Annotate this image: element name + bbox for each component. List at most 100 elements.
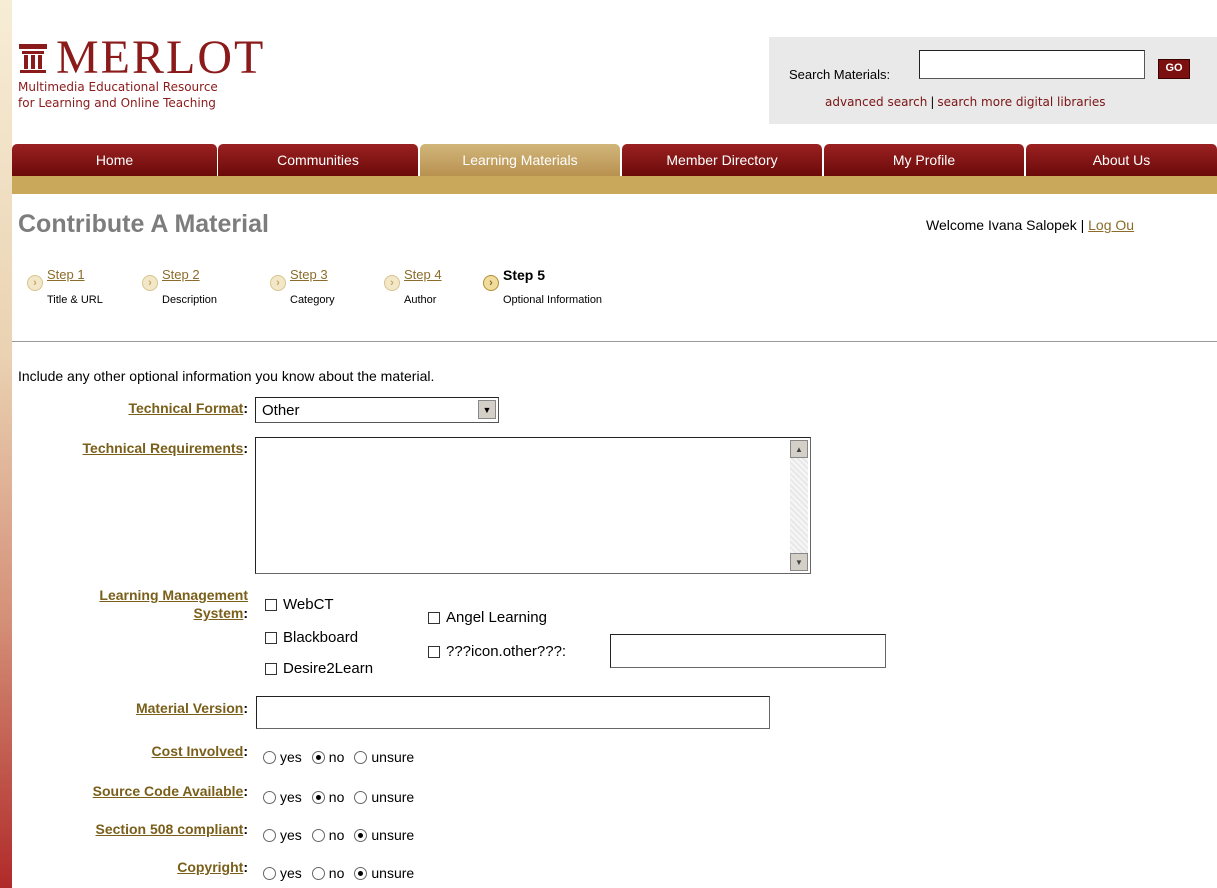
link-separator: |	[930, 95, 935, 109]
nav-tab-my-profile[interactable]: My Profile	[824, 144, 1024, 176]
lms-angel-checkbox[interactable]: Angel Learning	[428, 609, 547, 626]
section508-label: Section 508 compliant:	[95, 821, 249, 837]
welcome-message: Welcome Ivana Salopek | Log Ou	[926, 217, 1134, 233]
copyright-no-radio[interactable]: no	[311, 865, 345, 881]
cost-involved-help-link[interactable]: Cost Involved	[152, 743, 244, 759]
copyright-yes-radio[interactable]: yes	[263, 865, 302, 881]
lms-desire2learn-checkbox[interactable]: Desire2Learn	[265, 660, 373, 677]
copyright-unsure-radio[interactable]: unsure	[354, 865, 414, 881]
checkbox-box[interactable]	[265, 662, 277, 675]
lms-help-link[interactable]: Learning Management	[99, 587, 248, 603]
s508-yes-radio[interactable]: yes	[263, 827, 302, 843]
source-no-radio[interactable]: no	[311, 789, 345, 805]
radio-label: no	[328, 789, 345, 805]
welcome-text: Welcome Ivana Salopek |	[926, 217, 1085, 233]
source-code-radio-group: yes no unsure	[263, 789, 424, 805]
lms-label: Learning Management System:	[99, 587, 248, 621]
scroll-up-icon[interactable]: ▲	[790, 440, 808, 458]
cost-no-radio[interactable]: no	[311, 749, 345, 765]
radio-label: no	[328, 749, 345, 765]
textarea-scrollbar[interactable]: ▲ ▼	[790, 440, 808, 571]
cost-involved-radio-group: yes no unsure	[263, 749, 424, 765]
form-intro-text: Include any other optional information y…	[18, 368, 435, 384]
technical-format-value: Other	[262, 402, 300, 419]
nav-tab-home[interactable]: Home	[12, 144, 217, 176]
source-yes-radio[interactable]: yes	[263, 789, 302, 805]
checkbox-box[interactable]	[265, 598, 277, 611]
technical-format-select[interactable]: Other ▼	[255, 397, 499, 423]
radio-button[interactable]	[263, 866, 276, 880]
checkbox-box[interactable]	[428, 645, 440, 658]
radio-label: unsure	[371, 827, 415, 843]
radio-button[interactable]	[311, 866, 325, 880]
step-1-link[interactable]: Step 1	[47, 267, 85, 282]
merlot-logo[interactable]: MERLOT Multimedia Educational Resource f…	[18, 34, 265, 111]
step-1-subtitle: Title & URL	[47, 294, 103, 306]
step-3-link[interactable]: Step 3	[290, 267, 328, 282]
page-title: Contribute A Material	[18, 210, 269, 238]
nav-tab-learning-materials[interactable]: Learning Materials	[420, 144, 620, 176]
step-2-subtitle: Description	[162, 294, 218, 306]
checkbox-box[interactable]	[265, 631, 277, 644]
radio-button-selected[interactable]	[354, 828, 368, 842]
lms-help-link-line2[interactable]: System	[194, 605, 244, 621]
radio-label: yes	[280, 749, 302, 765]
radio-button[interactable]	[311, 828, 325, 842]
radio-button-selected[interactable]	[311, 750, 325, 764]
step-current-icon: ›	[483, 275, 499, 291]
lms-other-checkbox[interactable]: ???icon.other???:	[428, 643, 566, 660]
technical-requirements-label: Technical Requirements:	[82, 440, 248, 456]
technical-format-label: Technical Format:	[128, 400, 248, 416]
technical-requirements-textarea[interactable]: ▲ ▼	[255, 437, 811, 574]
section508-help-link[interactable]: Section 508 compliant	[96, 821, 244, 837]
logout-link[interactable]: Log Ou	[1088, 217, 1134, 233]
copyright-help-link[interactable]: Copyright	[177, 859, 243, 875]
radio-button-selected[interactable]	[354, 866, 368, 880]
s508-unsure-radio[interactable]: unsure	[354, 827, 414, 843]
cost-unsure-radio[interactable]: unsure	[354, 749, 414, 765]
lms-webct-checkbox[interactable]: WebCT	[265, 596, 334, 613]
lms-other-input[interactable]	[610, 634, 886, 668]
copyright-radio-group: yes no unsure	[263, 865, 424, 881]
search-label: Search Materials:	[789, 67, 891, 82]
go-button[interactable]: GO	[1158, 59, 1190, 79]
technical-requirements-help-link[interactable]: Technical Requirements	[83, 440, 244, 456]
nav-tab-communities[interactable]: Communities	[218, 144, 418, 176]
source-unsure-radio[interactable]: unsure	[354, 789, 414, 805]
step-5-label: Step 5	[503, 267, 546, 283]
search-more-libraries-link[interactable]: search more digital libraries	[937, 95, 1105, 109]
radio-button[interactable]	[263, 828, 276, 842]
lms-desire2learn-label: Desire2Learn	[283, 660, 374, 677]
radio-label: yes	[280, 865, 302, 881]
radio-label: no	[328, 827, 345, 843]
radio-button-selected[interactable]	[311, 790, 325, 804]
nav-tab-about-us[interactable]: About Us	[1026, 144, 1217, 176]
advanced-search-link[interactable]: advanced search	[825, 95, 927, 109]
s508-no-radio[interactable]: no	[311, 827, 345, 843]
checkbox-box[interactable]	[428, 611, 440, 624]
lms-webct-label: WebCT	[283, 596, 334, 613]
step-4-link[interactable]: Step 4	[404, 267, 442, 282]
search-links: advanced search | search more digital libr…	[825, 95, 1106, 109]
search-input[interactable]	[919, 50, 1145, 79]
lms-blackboard-checkbox[interactable]: Blackboard	[265, 629, 358, 646]
scroll-down-icon[interactable]: ▼	[790, 553, 808, 571]
section-divider	[12, 341, 1217, 342]
radio-button[interactable]	[354, 790, 368, 804]
copyright-label: Copyright:	[177, 859, 248, 875]
nav-tab-member-directory[interactable]: Member Directory	[622, 144, 822, 176]
material-version-input[interactable]	[256, 696, 770, 729]
material-version-label: Material Version:	[135, 700, 248, 716]
source-code-help-link[interactable]: Source Code Available	[93, 783, 244, 799]
material-version-help-link[interactable]: Material Version	[136, 700, 243, 716]
lms-blackboard-label: Blackboard	[283, 629, 359, 646]
radio-button[interactable]	[263, 750, 276, 764]
radio-button[interactable]	[354, 750, 368, 764]
radio-label: no	[328, 865, 345, 881]
radio-label: unsure	[371, 789, 415, 805]
cost-yes-radio[interactable]: yes	[263, 749, 302, 765]
step-2-link[interactable]: Step 2	[162, 267, 200, 282]
radio-button[interactable]	[263, 790, 276, 804]
technical-format-help-link[interactable]: Technical Format	[128, 400, 243, 416]
step-3-subtitle: Category	[290, 294, 335, 306]
